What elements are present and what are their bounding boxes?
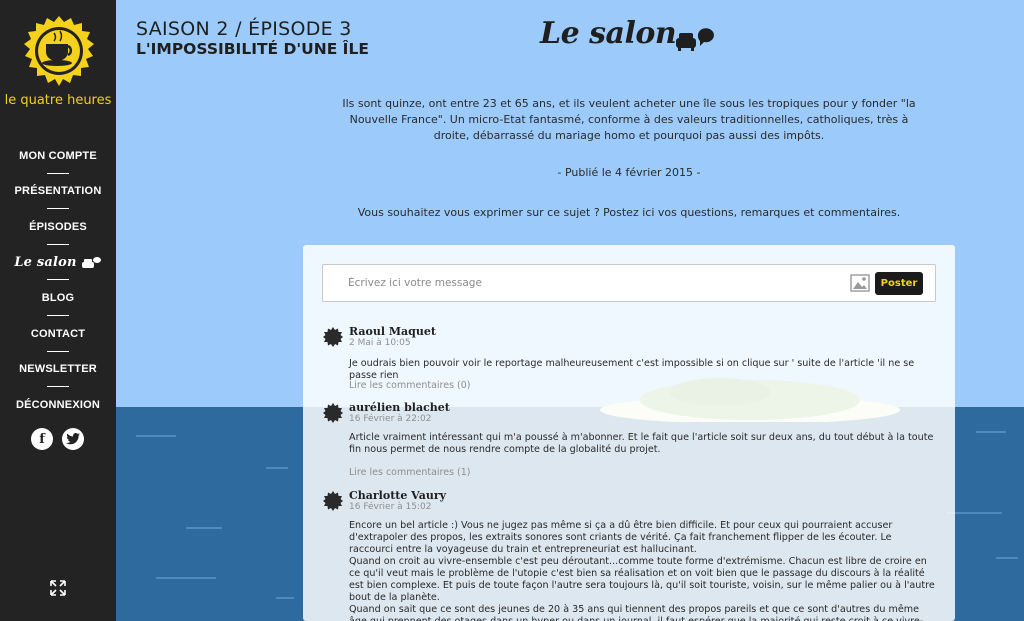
armchair-icon: [676, 28, 714, 51]
nav-item-le-salon[interactable]: Le salon: [0, 245, 116, 281]
sidebar: le quatre heures MON COMPTE PRÉSENTATION…: [0, 0, 116, 621]
post-button[interactable]: Poster: [875, 272, 923, 295]
comment-author[interactable]: aurélien blachet: [349, 401, 450, 414]
nav-label: NEWSLETTER: [19, 363, 97, 376]
armchair-icon: [81, 256, 101, 268]
image-upload-icon[interactable]: [850, 274, 870, 292]
article-description: Ils sont quinze, ont entre 23 et 65 ans,…: [342, 97, 916, 142]
comment-text: Encore un bel article :) Vous ne jugez p…: [349, 520, 893, 555]
avatar-icon: [323, 491, 343, 511]
read-comments-link[interactable]: Lire les commentaires (1): [349, 467, 471, 478]
nav-item-deconnexion[interactable]: DÉCONNEXION: [0, 387, 116, 423]
nav-label: MON COMPTE: [19, 149, 97, 162]
comment-date: 16 Février à 15:02: [349, 502, 432, 512]
nav-item-newsletter[interactable]: NEWSLETTER: [0, 352, 116, 388]
nav-label: CONTACT: [30, 327, 86, 340]
teacup-logo-icon[interactable]: [24, 16, 94, 86]
nav-item-presentation[interactable]: PRÉSENTATION: [0, 174, 116, 210]
main-nav: MON COMPTE PRÉSENTATION ÉPISODES Le salo…: [0, 138, 116, 423]
facebook-icon[interactable]: f: [31, 428, 53, 450]
comment-author[interactable]: Raoul Maquet: [349, 325, 436, 338]
nav-label: PRÉSENTATION: [14, 185, 102, 198]
fullscreen-icon[interactable]: [49, 579, 67, 597]
comment-body: Encore un bel article :) Vous ne jugez p…: [349, 520, 937, 621]
nav-label: Le salon: [14, 255, 77, 271]
comment-text: Quand on sait que ce sont des jeunes de …: [349, 604, 923, 621]
page-title: Le salon: [540, 16, 677, 51]
comment-text: Quand on croit au vivre-ensemble c'est p…: [349, 556, 935, 603]
nav-item-contact[interactable]: CONTACT: [0, 316, 116, 352]
season-episode: SAISON 2 / ÉPISODE 3: [136, 18, 352, 40]
comment-body: Je oudrais bien pouvoir voir le reportag…: [349, 358, 937, 382]
nav-item-mon-compte[interactable]: MON COMPTE: [0, 138, 116, 174]
comment-author[interactable]: Charlotte Vaury: [349, 489, 446, 502]
comment-date: 16 Février à 22:02: [349, 414, 432, 424]
episode-title[interactable]: L'IMPOSSIBILITÉ D'UNE ÎLE: [136, 40, 369, 58]
comment-date: 2 Mai à 10:05: [349, 338, 411, 348]
comment-prompt: Vous souhaitez vous exprimer sur ce suje…: [357, 206, 901, 219]
nav-label: ÉPISODES: [29, 220, 87, 233]
nav-label: DÉCONNEXION: [15, 398, 101, 411]
published-date: - Publié le 4 février 2015 -: [557, 166, 701, 179]
read-comments-link[interactable]: Lire les commentaires (0): [349, 380, 471, 391]
avatar-icon: [323, 403, 343, 423]
comment-text: Je oudrais bien pouvoir voir le reportag…: [349, 358, 915, 381]
nav-label: BLOG: [41, 292, 75, 305]
social-links: f: [31, 428, 84, 450]
nav-item-episodes[interactable]: ÉPISODES: [0, 209, 116, 245]
comments-panel: Poster Raoul Maquet 2 Mai à 10:05 Je oud…: [303, 245, 955, 621]
avatar-icon: [323, 327, 343, 347]
twitter-icon[interactable]: [62, 428, 84, 450]
message-input[interactable]: [324, 266, 834, 300]
comment-body: Article vraiment intéressant qui m'a pou…: [349, 432, 937, 456]
comment-composer: Poster: [322, 264, 936, 302]
comment-text: Article vraiment intéressant qui m'a pou…: [349, 432, 934, 455]
brand-name[interactable]: le quatre heures: [0, 93, 116, 108]
nav-item-blog[interactable]: BLOG: [0, 280, 116, 316]
